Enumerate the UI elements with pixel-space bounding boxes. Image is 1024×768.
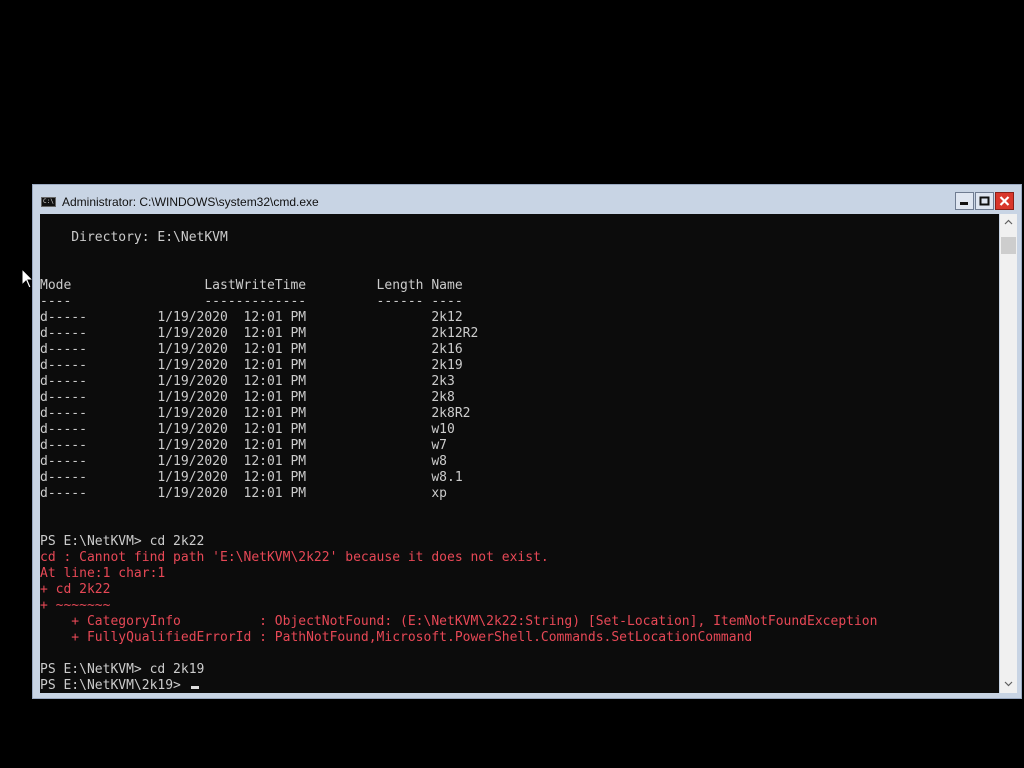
title-bar[interactable]: C:\ Administrator: C:\WINDOWS\system32\c… — [33, 185, 1021, 213]
scroll-up-button[interactable] — [1000, 214, 1017, 231]
chevron-down-icon — [1004, 681, 1013, 687]
cmd-icon-label: C:\ — [43, 198, 54, 205]
console-line: d----- 1/19/2020 12:01 PM 2k12 — [40, 310, 463, 325]
console-line: d----- 1/19/2020 12:01 PM w10 — [40, 422, 455, 437]
console-line: d----- 1/19/2020 12:01 PM xp — [40, 486, 447, 501]
error-line: + CategoryInfo : ObjectNotFound: (E:\Net… — [40, 614, 878, 629]
console-line: PS E:\NetKVM> cd 2k22 — [40, 534, 205, 549]
chevron-up-icon — [1004, 219, 1013, 225]
cmd-icon[interactable]: C:\ — [41, 197, 56, 207]
minimize-icon — [960, 202, 968, 205]
console-line: d----- 1/19/2020 12:01 PM 2k19 — [40, 358, 463, 373]
console-line: Mode LastWriteTime Length Name — [40, 278, 463, 293]
scroll-down-button[interactable] — [1000, 676, 1017, 693]
scroll-thumb[interactable] — [1001, 237, 1016, 254]
console-line: d----- 1/19/2020 12:01 PM w7 — [40, 438, 447, 453]
console-line: ---- ------------- ------ ---- — [40, 294, 463, 309]
console-output[interactable]: Directory: E:\NetKVM Mode LastWriteTime L… — [40, 214, 999, 693]
console-line: d----- 1/19/2020 12:01 PM 2k8 — [40, 390, 455, 405]
close-icon — [999, 196, 1010, 206]
console-line: d----- 1/19/2020 12:01 PM 2k3 — [40, 374, 455, 389]
error-line: + FullyQualifiedErrorId : PathNotFound,M… — [40, 630, 753, 645]
minimize-button[interactable] — [955, 192, 974, 210]
error-line: cd : Cannot find path 'E:\NetKVM\2k22' b… — [40, 550, 549, 565]
close-button[interactable] — [995, 192, 1014, 210]
error-line: + ~~~~~~~ — [40, 598, 111, 613]
console-line: Directory: E:\NetKVM — [40, 230, 228, 245]
error-line: + cd 2k22 — [40, 582, 111, 597]
console-line: d----- 1/19/2020 12:01 PM 2k12R2 — [40, 326, 479, 341]
console-line: d----- 1/19/2020 12:01 PM w8 — [40, 454, 447, 469]
prompt-text: PS E:\NetKVM\2k19> — [40, 678, 189, 693]
cmd-window[interactable]: C:\ Administrator: C:\WINDOWS\system32\c… — [32, 184, 1022, 699]
prompt-line[interactable]: PS E:\NetKVM\2k19> — [40, 678, 999, 693]
console-line: d----- 1/19/2020 12:01 PM w8.1 — [40, 470, 463, 485]
maximize-button[interactable] — [975, 192, 994, 210]
console-line: d----- 1/19/2020 12:01 PM 2k8R2 — [40, 406, 471, 421]
vertical-scrollbar[interactable] — [1000, 214, 1017, 693]
console-line: PS E:\NetKVM> cd 2k19 — [40, 662, 205, 677]
console-text: Directory: E:\NetKVM Mode LastWriteTime L… — [40, 214, 999, 693]
console-line: d----- 1/19/2020 12:01 PM 2k16 — [40, 342, 463, 357]
maximize-icon — [979, 196, 990, 206]
error-line: At line:1 char:1 — [40, 566, 166, 581]
window-title: Administrator: C:\WINDOWS\system32\cmd.e… — [62, 195, 319, 209]
text-cursor — [190, 686, 199, 689]
